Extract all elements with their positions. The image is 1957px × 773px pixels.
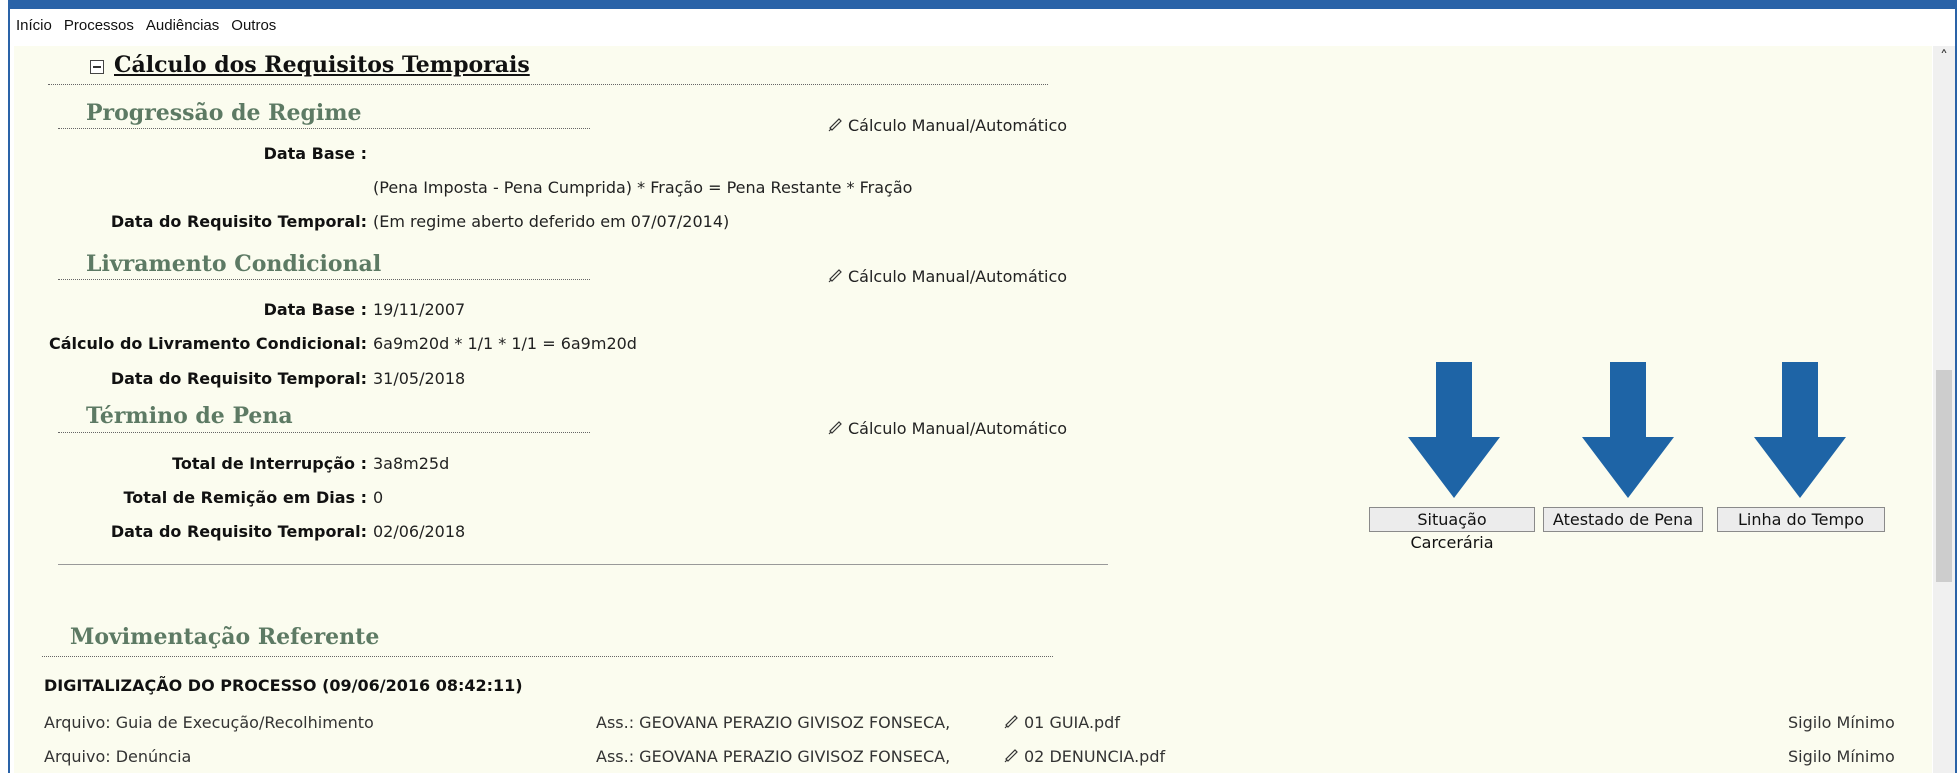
movimentacao-event: DIGITALIZAÇÃO DO PROCESSO (09/06/2016 08… bbox=[44, 676, 523, 695]
window-top-border bbox=[0, 0, 1957, 9]
interrupcao-label: Total de Interrupção : bbox=[172, 454, 367, 473]
calculo-label: Cálculo do Livramento Condicional: bbox=[49, 334, 367, 353]
manual-calc-label: Cálculo Manual/Automático bbox=[848, 267, 1068, 286]
requisito-value: 31/05/2018 bbox=[373, 369, 466, 388]
file-name: 02 DENUNCIA.pdf bbox=[1024, 747, 1166, 766]
divider bbox=[48, 84, 1048, 85]
divider bbox=[58, 128, 590, 129]
manual-calc-label: Cálculo Manual/Automático bbox=[848, 116, 1068, 135]
row-sigilo: Sigilo Mínimo bbox=[1788, 747, 1895, 766]
section-title-livramento: Livramento Condicional bbox=[86, 251, 382, 277]
file-link-guia[interactable]: 01 GUIA.pdf bbox=[1004, 713, 1120, 732]
row-arquivo: Arquivo: Denúncia bbox=[44, 747, 192, 766]
row-arquivo: Arquivo: Guia de Execução/Recolhimento bbox=[44, 713, 374, 732]
manual-calc-link-livramento[interactable]: Cálculo Manual/Automático bbox=[828, 267, 1067, 286]
divider bbox=[42, 656, 1053, 657]
menu-item-audiencias[interactable]: Audiências bbox=[144, 16, 221, 40]
pencil-icon bbox=[828, 421, 842, 435]
file-name: 01 GUIA.pdf bbox=[1024, 713, 1120, 732]
situacao-carceraria-button[interactable]: Situação Carcerária bbox=[1369, 507, 1535, 552]
main-title[interactable]: Cálculo dos Requisitos Temporais bbox=[114, 52, 530, 78]
menu-item-outros[interactable]: Outros bbox=[229, 16, 278, 40]
atestado-de-pena-button[interactable]: Atestado de Pena bbox=[1543, 507, 1703, 532]
manual-calc-label: Cálculo Manual/Automático bbox=[848, 419, 1068, 438]
scrollbar-thumb[interactable] bbox=[1936, 370, 1952, 582]
divider bbox=[58, 564, 1108, 565]
requisito-label: Data do Requisito Temporal: bbox=[110, 522, 367, 541]
row-sigilo: Sigilo Mínimo bbox=[1788, 713, 1895, 732]
file-link-denuncia[interactable]: 02 DENUNCIA.pdf bbox=[1004, 747, 1165, 766]
pencil-icon bbox=[828, 118, 842, 132]
row-ass: Ass.: GEOVANA PERAZIO GIVISOZ FONSECA, bbox=[596, 713, 951, 732]
requisito-value: (Em regime aberto deferido em 07/07/2014… bbox=[373, 212, 730, 231]
manual-calc-link-termino[interactable]: Cálculo Manual/Automático bbox=[828, 419, 1067, 438]
chevron-up-icon[interactable]: ˄ bbox=[1933, 46, 1955, 68]
data-base-value: 19/11/2007 bbox=[373, 300, 466, 319]
divider bbox=[58, 279, 590, 280]
down-arrow-icon bbox=[1408, 362, 1500, 498]
pencil-icon bbox=[828, 269, 842, 283]
down-arrow-icon bbox=[1582, 362, 1674, 498]
requisito-value: 02/06/2018 bbox=[373, 522, 466, 541]
down-arrow-icon bbox=[1754, 362, 1846, 498]
data-base-label: Data Base : bbox=[263, 144, 367, 163]
menu-item-inicio[interactable]: Início bbox=[14, 16, 54, 40]
data-base-label: Data Base : bbox=[263, 300, 367, 319]
interrupcao-value: 3a8m25d bbox=[373, 454, 450, 473]
row-ass: Ass.: GEOVANA PERAZIO GIVISOZ FONSECA, bbox=[596, 747, 951, 766]
menu-bar: Início Processos Audiências Outros bbox=[14, 16, 278, 40]
pencil-icon bbox=[1004, 749, 1018, 763]
section-title-termino: Término de Pena bbox=[86, 403, 293, 429]
requisito-label: Data do Requisito Temporal: bbox=[110, 212, 367, 231]
requisito-label: Data do Requisito Temporal: bbox=[110, 369, 367, 388]
window-left-border bbox=[0, 0, 10, 773]
collapse-toggle-icon[interactable] bbox=[90, 60, 104, 74]
linha-do-tempo-button[interactable]: Linha do Tempo bbox=[1717, 507, 1885, 532]
section-title-progressao: Progressão de Regime bbox=[86, 100, 362, 126]
pencil-icon bbox=[1004, 715, 1018, 729]
remicao-label: Total de Remição em Dias : bbox=[123, 488, 367, 507]
remicao-value: 0 bbox=[373, 488, 384, 507]
manual-calc-link-progressao[interactable]: Cálculo Manual/Automático bbox=[828, 116, 1067, 135]
section-title-movimentacao: Movimentação Referente bbox=[70, 624, 380, 650]
divider bbox=[58, 432, 590, 433]
menu-item-processos[interactable]: Processos bbox=[62, 16, 136, 40]
formula-text: (Pena Imposta - Pena Cumprida) * Fração … bbox=[373, 178, 913, 197]
calculo-value: 6a9m20d * 1/1 * 1/1 = 6a9m20d bbox=[373, 334, 637, 353]
